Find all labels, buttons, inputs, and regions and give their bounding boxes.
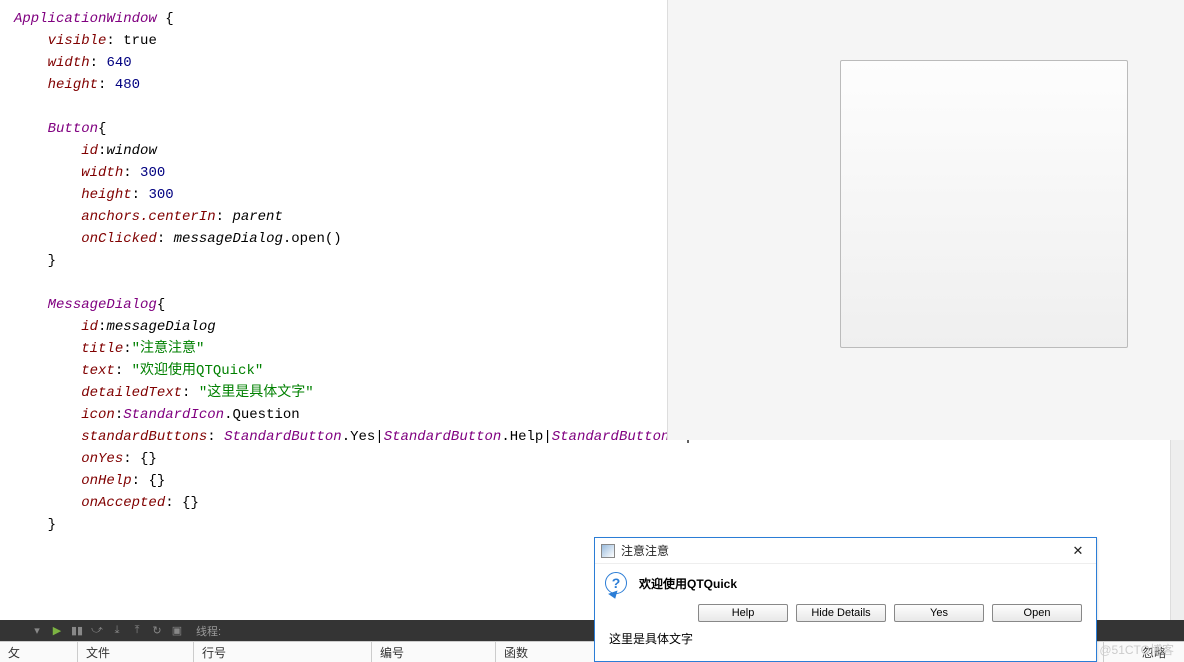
watermark: @51CTO博客 (1099, 641, 1174, 658)
message-dialog: 注意注意 ✕ ? 欢迎使用QTQuick Help Hide Details Y… (594, 537, 1097, 662)
hide-details-button[interactable]: Hide Details (796, 604, 886, 622)
dialog-text: 欢迎使用QTQuick (639, 572, 737, 592)
close-icon[interactable]: ✕ (1066, 543, 1090, 559)
app-icon (601, 544, 615, 558)
question-icon: ? (605, 572, 631, 598)
col-0[interactable]: 攵 (0, 642, 78, 662)
dropdown-icon[interactable]: ▾ (28, 623, 46, 639)
open-button[interactable]: Open (992, 604, 1082, 622)
stop-icon[interactable]: ▣ (168, 623, 186, 639)
col-number[interactable]: 编号 (372, 642, 496, 662)
col-line[interactable]: 行号 (194, 642, 372, 662)
dialog-detail-text: 这里是具体文字 (595, 628, 1096, 649)
dialog-titlebar[interactable]: 注意注意 ✕ (595, 538, 1096, 564)
step-out-icon[interactable]: ⤒ (128, 623, 146, 639)
step-over-icon[interactable]: ⤻ (88, 623, 106, 639)
app-window-preview (668, 0, 1184, 440)
help-button[interactable]: Help (698, 604, 788, 622)
pause-icon[interactable]: ▮▮ (68, 623, 86, 639)
step-into-icon[interactable]: ⤓ (108, 623, 126, 639)
run-icon[interactable]: ▶ (48, 623, 66, 639)
preview-button[interactable] (840, 60, 1128, 348)
yes-button[interactable]: Yes (894, 604, 984, 622)
thread-label: 线程: (196, 623, 221, 639)
restart-icon[interactable]: ↻ (148, 623, 166, 639)
col-file[interactable]: 文件 (78, 642, 194, 662)
dialog-title-text: 注意注意 (621, 542, 1066, 559)
editor-scrollbar[interactable] (1170, 440, 1184, 620)
